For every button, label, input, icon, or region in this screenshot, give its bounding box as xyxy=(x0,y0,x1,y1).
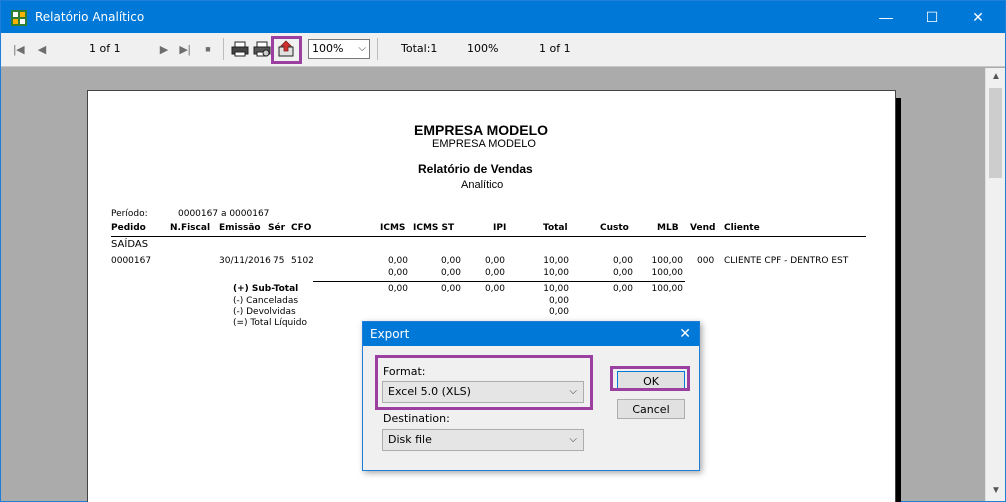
cell-icms-st-2: 0,00 xyxy=(440,268,461,278)
col-ipi: IPI xyxy=(493,223,507,233)
title-bar: Relatório Analítico — ☐ ✕ xyxy=(1,1,1005,33)
cell-cliente: CLIENTE CPF - DENTRO EST xyxy=(724,256,849,266)
cell-ipi-2: 0,00 xyxy=(484,268,505,278)
header-rule xyxy=(111,236,866,237)
format-highlight xyxy=(375,355,593,410)
window-title: Relatório Analítico xyxy=(35,10,145,24)
close-icon[interactable]: ✕ xyxy=(679,325,691,342)
subtotal-icms: 0,00 xyxy=(387,284,408,294)
destination-select[interactable]: Disk file ⌵ xyxy=(382,429,584,451)
col-vend: Vend xyxy=(690,223,716,233)
print-icon[interactable] xyxy=(231,39,249,59)
cell-icms-st: 0,00 xyxy=(440,256,461,266)
cell-emissao: 30/11/2016 xyxy=(219,256,271,266)
period-value: 0000167 a 0000167 xyxy=(178,209,270,219)
app-icon xyxy=(11,10,27,26)
zoom-value: 100% xyxy=(312,42,344,55)
col-cliente: Cliente xyxy=(724,223,760,233)
preview-toolbar: |◀ ◀ 1 of 1 ▶ ▶| ■ 100% ⌵ Total:1 100% 1… xyxy=(1,33,1005,67)
first-page-icon[interactable]: |◀ xyxy=(11,39,27,59)
cell-vend: 000 xyxy=(697,256,715,266)
cancel-button[interactable]: Cancel xyxy=(617,399,685,419)
subtotal-ipi: 0,00 xyxy=(484,284,505,294)
export-dialog-titlebar: Export ✕ xyxy=(363,322,699,346)
canceladas-label: (-) Canceladas xyxy=(233,296,299,306)
print-setup-icon[interactable] xyxy=(253,39,271,59)
export-icon-highlight xyxy=(271,36,302,64)
subtotal-total: 10,00 xyxy=(543,284,569,294)
cell-total-2: 10,00 xyxy=(543,268,569,278)
company-subname: EMPRESA MODELO xyxy=(432,138,536,150)
cell-custo: 0,00 xyxy=(612,256,633,266)
previous-page-icon[interactable]: ◀ xyxy=(35,39,49,59)
section-title: SAÍDAS xyxy=(111,239,149,250)
report-title: Relatório de Vendas xyxy=(418,162,533,176)
liquido-label: (=) Total Líquido xyxy=(233,318,307,328)
col-custo: Custo xyxy=(600,223,629,233)
page-indicator: 1 of 1 xyxy=(89,42,121,55)
last-page-icon[interactable]: ▶| xyxy=(177,39,193,59)
scroll-up-icon[interactable]: ▲ xyxy=(986,68,1006,85)
stop-icon[interactable]: ■ xyxy=(201,39,215,59)
subtotal-rule xyxy=(313,281,685,282)
col-pedido: Pedido xyxy=(111,223,146,233)
col-mlb: MLB xyxy=(657,223,679,233)
devolvidas-total: 0,00 xyxy=(548,307,569,317)
col-total: Total xyxy=(543,223,568,233)
cell-pedido: 0000167 xyxy=(111,256,152,266)
cell-ser: 75 xyxy=(273,256,285,266)
cell-icms: 0,00 xyxy=(387,256,408,266)
cell-cfo: 5102 xyxy=(291,256,314,266)
col-nfiscal: N.Fiscal xyxy=(170,223,211,233)
toolbar-separator xyxy=(377,38,378,60)
destination-label: Destination: xyxy=(383,412,450,425)
ok-highlight xyxy=(610,366,690,391)
cell-mlb: 100,00 xyxy=(651,256,684,266)
scroll-down-icon[interactable]: ▼ xyxy=(986,482,1006,499)
col-emissao: Emissão xyxy=(219,223,261,233)
toolbar-separator xyxy=(223,38,224,60)
cell-total: 10,00 xyxy=(543,256,569,266)
col-ser: Sér xyxy=(268,223,286,233)
report-subtitle: Analítico xyxy=(461,179,504,191)
next-page-icon[interactable]: ▶ xyxy=(157,39,171,59)
canceladas-total: 0,00 xyxy=(548,296,569,306)
pages-status: 1 of 1 xyxy=(539,42,571,55)
company-name: EMPRESA MODELO xyxy=(414,122,549,138)
subtotal-mlb: 100,00 xyxy=(651,284,684,294)
col-icms-st: ICMS ST xyxy=(413,223,455,233)
subtotal-icms-st: 0,00 xyxy=(440,284,461,294)
export-dialog-title: Export xyxy=(370,327,410,341)
cell-icms-2: 0,00 xyxy=(387,268,408,278)
subtotal-label: (+) Sub-Total xyxy=(233,284,299,294)
vertical-scrollbar[interactable]: ▲ ▼ xyxy=(985,68,1005,501)
destination-value: Disk file xyxy=(388,433,432,446)
minimize-button[interactable]: — xyxy=(863,1,909,33)
zoom-select[interactable]: 100% ⌵ xyxy=(308,39,370,59)
maximize-button[interactable]: ☐ xyxy=(909,1,955,33)
total-status: Total:1 xyxy=(401,42,438,55)
devolvidas-label: (-) Devolvidas xyxy=(233,307,296,317)
col-cfo: CFO xyxy=(291,223,312,233)
cell-mlb-2: 100,00 xyxy=(651,268,684,278)
chevron-down-icon: ⌵ xyxy=(358,43,366,54)
zoom-status: 100% xyxy=(467,42,499,55)
export-dialog: Export ✕ Format: Excel 5.0 (XLS) ⌵ Desti… xyxy=(362,321,700,471)
subtotal-custo: 0,00 xyxy=(612,284,633,294)
scroll-thumb[interactable] xyxy=(989,88,1002,178)
col-icms: ICMS xyxy=(380,223,406,233)
close-button[interactable]: ✕ xyxy=(955,1,1001,33)
period-label: Período: xyxy=(111,209,148,219)
report-window: Relatório Analítico — ☐ ✕ |◀ ◀ 1 of 1 ▶ … xyxy=(0,0,1006,502)
cell-ipi: 0,00 xyxy=(484,256,505,266)
cell-custo-2: 0,00 xyxy=(612,268,633,278)
chevron-down-icon: ⌵ xyxy=(569,434,577,445)
